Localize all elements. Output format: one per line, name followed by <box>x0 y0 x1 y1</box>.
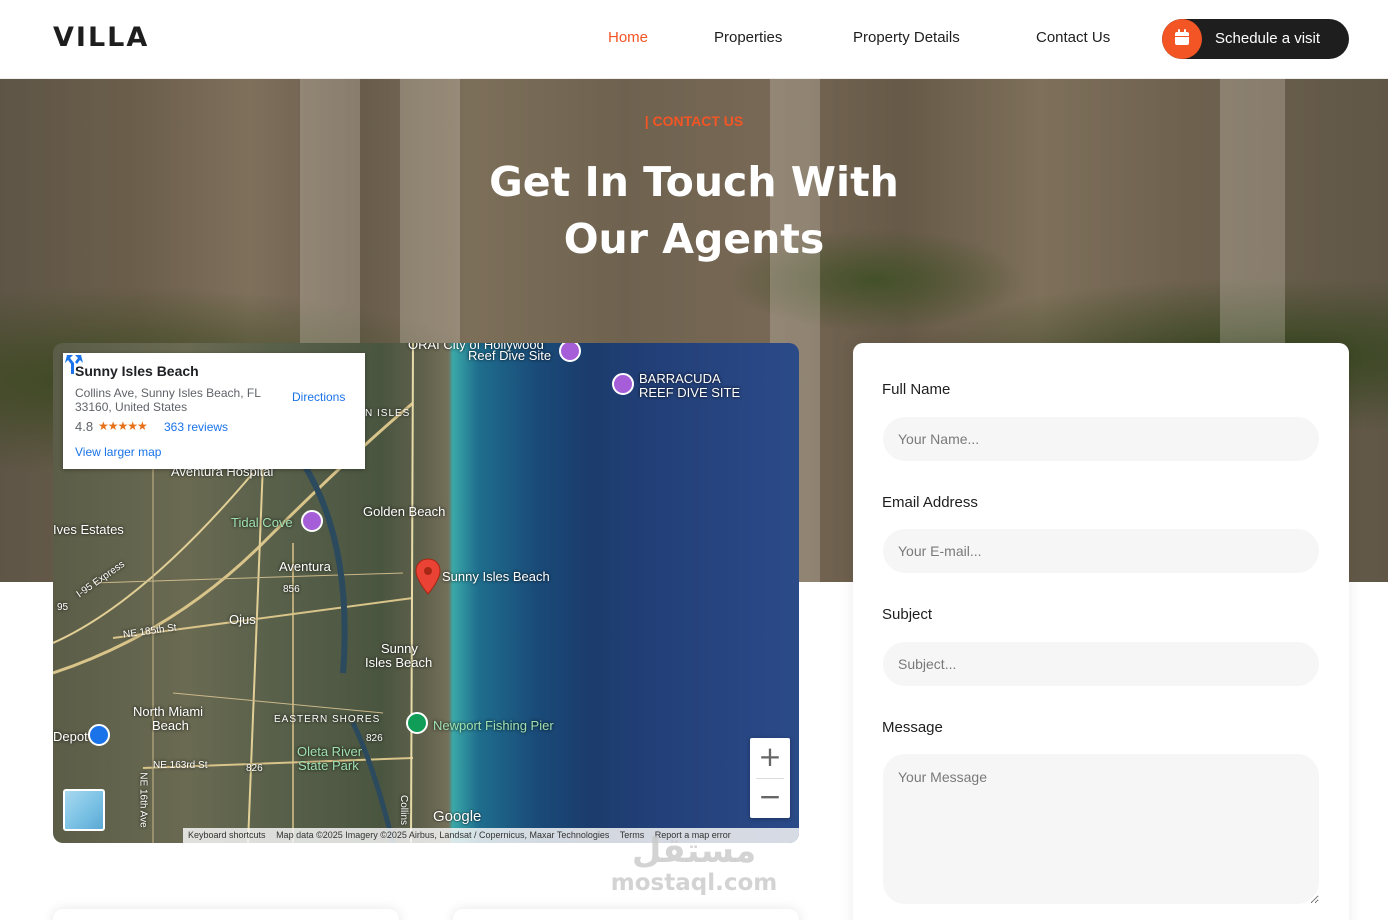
schedule-visit-label: Schedule a visit <box>1215 30 1321 47</box>
watermark-arabic: مستقل <box>631 831 757 871</box>
google-logo: Google <box>433 808 482 825</box>
message-textarea[interactable] <box>883 754 1319 904</box>
map-label: REEF DIVE SITE <box>639 385 741 400</box>
section-tag: | CONTACT US <box>644 113 744 129</box>
location-pin-icon[interactable] <box>415 558 441 596</box>
nav-properties[interactable]: Properties <box>714 29 782 46</box>
map-label: NE 163rd St <box>153 760 208 771</box>
subject-label: Subject <box>882 606 933 623</box>
google-map[interactable]: ORAI City of Hollywood Reef Dive Site BA… <box>53 343 799 843</box>
nav-property-details[interactable]: Property Details <box>853 29 960 46</box>
zoom-out-button[interactable]: − <box>750 778 790 818</box>
nav-contact-us[interactable]: Contact Us <box>1036 29 1110 46</box>
map-label: Sunny <box>381 641 418 656</box>
zoom-in-button[interactable]: + <box>750 738 790 778</box>
email-label: Email Address <box>882 494 978 511</box>
map-label: EASTERN SHORES <box>274 714 381 725</box>
site-logo[interactable]: VILLA <box>53 22 149 53</box>
place-rating: 4.8 <box>75 419 94 434</box>
full-name-input[interactable] <box>883 417 1319 461</box>
attraction-icon[interactable] <box>301 510 323 532</box>
fishing-pier-icon[interactable] <box>406 712 428 734</box>
email-input[interactable] <box>883 529 1319 573</box>
map-label: Sunny Isles Beach <box>442 569 550 584</box>
map-label: Depot <box>53 729 88 744</box>
place-info-card: Sunny Isles Beach Collins Ave, Sunny Isl… <box>63 353 365 469</box>
full-name-label: Full Name <box>882 381 951 398</box>
map-label: BARRACUDA <box>639 371 721 386</box>
contact-form: Full Name Email Address Subject Message <box>853 343 1349 920</box>
title-line-2: Our Agents <box>563 215 825 263</box>
shopping-icon[interactable] <box>88 724 110 746</box>
nav-home[interactable]: Home <box>608 29 648 46</box>
subject-input[interactable] <box>883 642 1319 686</box>
rating-stars-icon: ★★★★★ <box>98 419 148 433</box>
place-name: Sunny Isles Beach <box>75 363 199 379</box>
zoom-controls: + − <box>750 738 790 818</box>
directions-link[interactable]: Directions <box>292 390 345 404</box>
map-label: N ISLES <box>365 408 411 419</box>
map-label: Reef Dive Site <box>468 348 552 363</box>
directions-icon[interactable] <box>63 353 85 375</box>
map-label: Tidal Cove <box>231 515 293 530</box>
map-label: State Park <box>298 758 359 773</box>
map-label: Newport Fishing Pier <box>433 718 554 733</box>
title-line-1: Get In Touch With <box>489 158 899 206</box>
info-card <box>53 909 399 920</box>
map-label: Ives Estates <box>53 522 124 537</box>
map-label: NE 16th Ave <box>137 772 149 828</box>
map-label: Isles Beach <box>365 655 433 670</box>
watermark-latin: mostaql.com <box>610 870 778 896</box>
keyboard-shortcuts-link[interactable]: Keyboard shortcuts <box>188 830 266 840</box>
road-shield: 826 <box>246 763 263 774</box>
message-label: Message <box>882 719 943 736</box>
road-shield: 826 <box>366 733 383 744</box>
watermark: مستقل mostaql.com <box>608 832 780 896</box>
map-label: Golden Beach <box>363 504 446 519</box>
map-data-text: Map data ©2025 Imagery ©2025 Airbus, Lan… <box>276 830 610 840</box>
reviews-link[interactable]: 363 reviews <box>164 420 228 434</box>
info-card <box>453 909 799 920</box>
road-shield: 856 <box>283 584 300 595</box>
map-label: Beach <box>152 718 189 733</box>
map-label: North Miami <box>133 704 204 719</box>
map-layer-toggle[interactable] <box>63 789 105 831</box>
map-label: Aventura <box>279 559 331 574</box>
map-label: Collins <box>398 794 410 826</box>
map-label: Oleta River <box>297 744 363 759</box>
road-shield: 95 <box>57 602 69 613</box>
schedule-visit-button[interactable]: Schedule a visit <box>1162 19 1349 59</box>
place-address: Collins Ave, Sunny Isles Beach, FL 33160… <box>75 386 261 414</box>
larger-map-link[interactable]: View larger map <box>75 445 161 459</box>
dive-site-icon[interactable] <box>612 373 634 395</box>
site-header: VILLA Home Properties Property Details C… <box>0 0 1388 79</box>
map-label: Ojus <box>229 612 256 627</box>
page-title: Get In Touch With Our Agents <box>0 154 1388 268</box>
calendar-icon-circle <box>1162 19 1202 59</box>
calendar-icon <box>1175 29 1189 45</box>
